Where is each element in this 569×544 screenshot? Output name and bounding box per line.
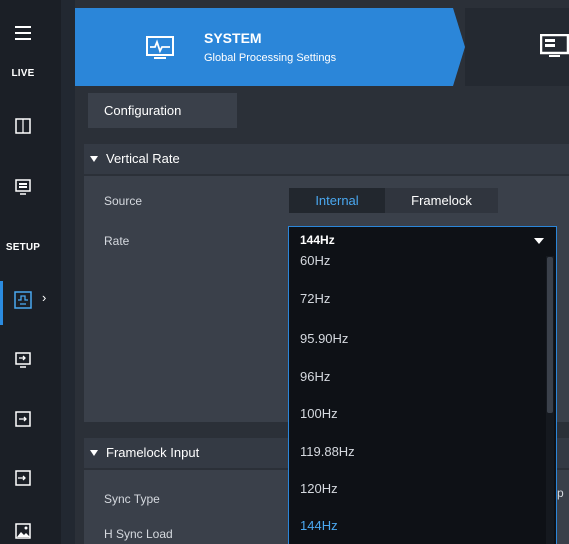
hamburger-icon[interactable] (8, 18, 38, 48)
output-icon[interactable] (8, 404, 38, 434)
sidebar-strip (61, 0, 75, 544)
chevron-right-icon: › (42, 290, 47, 305)
rate-option[interactable]: 119.88Hz (300, 444, 355, 459)
rate-option[interactable]: 60Hz (300, 253, 330, 268)
source-selector: Internal Framelock (289, 188, 498, 213)
input-icon[interactable] (8, 463, 38, 493)
rate-option[interactable]: 95.90Hz (300, 331, 348, 346)
setup-section-label: SETUP (5, 242, 41, 253)
sync-type-value-fragment: p (557, 486, 564, 500)
rate-option[interactable]: 100Hz (300, 406, 338, 421)
layout-icon[interactable] (8, 111, 38, 141)
source-label: Source (104, 194, 143, 208)
sync-type-label: Sync Type (104, 492, 160, 506)
rate-option[interactable]: 120Hz (300, 481, 338, 496)
h-sync-load-label: H Sync Load (104, 527, 173, 541)
monitor-icon (539, 33, 569, 63)
system-settings-icon[interactable] (8, 285, 38, 315)
rate-option[interactable]: 72Hz (300, 291, 330, 306)
rate-option-selected[interactable]: 144Hz (300, 518, 338, 533)
input-display-icon[interactable] (8, 345, 38, 375)
monitor-icon[interactable] (8, 172, 38, 202)
system-banner[interactable] (75, 8, 453, 86)
chevron-down-icon[interactable] (534, 238, 544, 244)
rate-selected-value: 144Hz (300, 233, 335, 247)
dropdown-scrollbar-thumb[interactable] (547, 257, 553, 413)
vertical-rate-title: Vertical Rate (106, 151, 180, 166)
framelock-input-title: Framelock Input (106, 445, 200, 460)
rate-label: Rate (104, 234, 130, 248)
banner-subtitle: Global Processing Settings (204, 52, 337, 64)
tab-configuration[interactable]: Configuration (88, 93, 237, 128)
banner-title: SYSTEM (204, 30, 262, 46)
rate-option[interactable]: 96Hz (300, 369, 330, 384)
source-internal-button[interactable]: Internal (289, 188, 385, 213)
collapse-triangle-icon (90, 450, 98, 456)
image-icon[interactable] (8, 516, 38, 544)
collapse-triangle-icon (90, 156, 98, 162)
vertical-rate-header[interactable]: Vertical Rate (84, 144, 569, 174)
banner-arrow (453, 8, 465, 86)
active-indicator (0, 281, 3, 325)
source-framelock-button[interactable]: Framelock (385, 188, 498, 213)
waveform-monitor-icon (146, 36, 174, 65)
live-section-label: LIVE (11, 68, 35, 79)
